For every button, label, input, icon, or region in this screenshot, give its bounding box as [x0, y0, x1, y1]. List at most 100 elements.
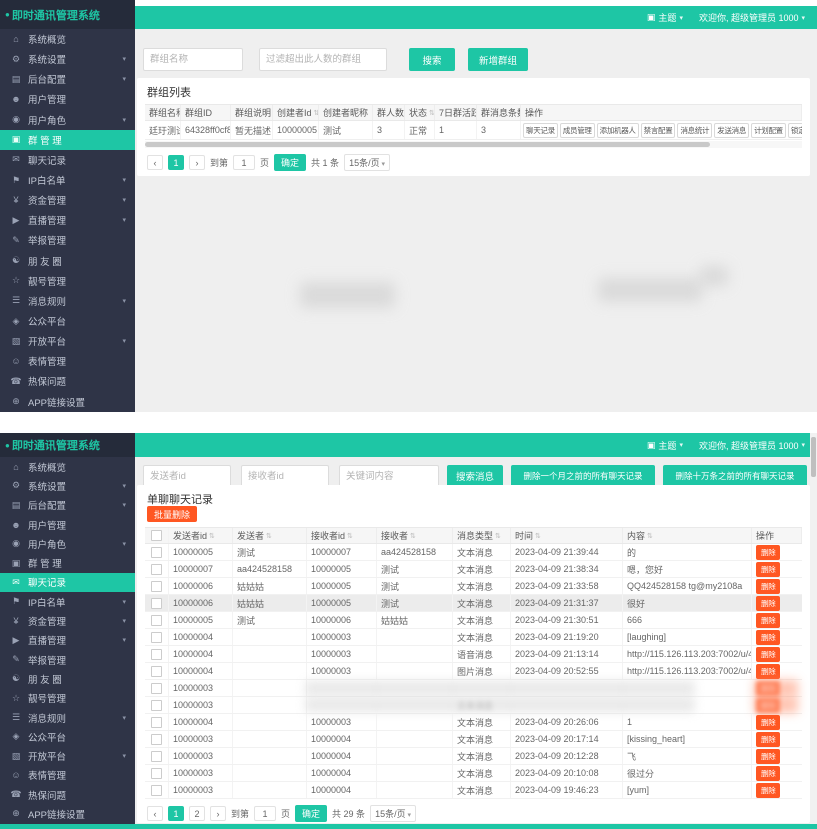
row-checkbox[interactable]	[151, 717, 162, 728]
sidebar-item-vip-number[interactable]: ☆靓号管理	[0, 271, 135, 291]
delete-button[interactable]: 删除	[756, 715, 780, 730]
user-menu[interactable]: 欢迎你, 超级管理员 1000 ▾	[699, 439, 805, 452]
column-header[interactable]: 发送者id⇅	[169, 528, 233, 543]
row-checkbox[interactable]	[151, 700, 162, 711]
confirm-page-button[interactable]: 确定	[295, 805, 327, 822]
table-row[interactable]: 1000000310000004文本消息2023-04-09 19:46:23[…	[145, 782, 802, 799]
sort-icon[interactable]: ⇅	[495, 532, 501, 540]
row-checkbox[interactable]	[151, 751, 162, 762]
sidebar-item-funds-management[interactable]: ¥资金管理▾	[0, 190, 135, 210]
table-row[interactable]: 10000005测试10000007aa424528158文本消息2023-04…	[145, 544, 802, 561]
sidebar-item-moments[interactable]: ☯朋 友 圈	[0, 251, 135, 271]
page-size-select[interactable]: 15条/页 ▾	[370, 805, 416, 822]
table-row[interactable]: 1000000310000004文本消息2023-04-09 20:12:28飞…	[145, 748, 802, 765]
sender-id-input[interactable]	[143, 465, 231, 487]
table-row[interactable]: 1000000410000003文本消息2023-04-09 21:19:20[…	[145, 629, 802, 646]
table-row[interactable]: 10000003删除	[145, 680, 802, 697]
column-header[interactable]: 群人数⇅	[373, 105, 405, 120]
sort-icon[interactable]: ⇅	[266, 532, 272, 540]
column-header[interactable]: 操作	[752, 528, 802, 543]
prev-page-button[interactable]: ‹	[147, 806, 163, 821]
sidebar-item-group-management[interactable]: ▣群 管 理	[0, 130, 135, 150]
page-size-select[interactable]: 15条/页 ▾	[344, 154, 390, 171]
sidebar-item-user-management[interactable]: ☻用户管理	[0, 89, 135, 109]
sidebar-item-chat-records[interactable]: ✉聊天记录	[0, 573, 135, 592]
row-checkbox[interactable]	[151, 683, 162, 694]
sidebar-item-report-management[interactable]: ✎举报管理	[0, 230, 135, 250]
sidebar-item-system-settings[interactable]: ⚙系统设置▾	[0, 49, 135, 69]
sidebar-item-backend-config[interactable]: ▤后台配置▾	[0, 496, 135, 515]
row-checkbox[interactable]	[151, 666, 162, 677]
delete-button[interactable]: 删除	[756, 766, 780, 781]
sidebar-item-message-rules[interactable]: ☰消息规则▾	[0, 291, 135, 311]
delete-month-old-button[interactable]: 删除一个月之前的所有聊天记录	[511, 465, 655, 487]
delete-button[interactable]: 删除	[756, 562, 780, 577]
sidebar-item-app-link-settings[interactable]: ⊕APP链接设置	[0, 804, 135, 823]
table-row[interactable]: 1000000310000004文本消息2023-04-09 20:17:14[…	[145, 731, 802, 748]
row-checkbox[interactable]	[151, 564, 162, 575]
table-row[interactable]: 廷玗测试群64328ff0cf8...暂无描述10000005测试3正常13聊天…	[145, 121, 802, 140]
column-header[interactable]: 状态⇅	[405, 105, 435, 120]
row-checkbox[interactable]	[151, 615, 162, 626]
sidebar-item-emoji-management[interactable]: ☺表情管理	[0, 766, 135, 785]
sidebar-item-emoji-management[interactable]: ☺表情管理	[0, 351, 135, 371]
delete-button[interactable]: 删除	[756, 647, 780, 662]
row-action-button[interactable]: 成员管理	[560, 123, 595, 138]
column-header[interactable]: 群组ID	[181, 105, 231, 120]
row-checkbox[interactable]	[151, 768, 162, 779]
search-messages-button[interactable]: 搜索消息	[447, 465, 503, 487]
column-header[interactable]: 消息类型⇅	[453, 528, 511, 543]
row-action-button[interactable]: 添加机器人	[597, 123, 639, 138]
sidebar-item-user-management[interactable]: ☻用户管理	[0, 515, 135, 534]
sidebar-item-support-issues[interactable]: ☎热保问题	[0, 371, 135, 391]
sort-icon[interactable]: ⇅	[647, 532, 653, 540]
column-header[interactable]: 操作	[521, 105, 802, 120]
sidebar-item-public-platform[interactable]: ◈公众平台	[0, 727, 135, 746]
row-action-button[interactable]: 计划配置	[751, 123, 786, 138]
sidebar-item-group-management[interactable]: ▣群 管 理	[0, 553, 135, 572]
page-jump-input[interactable]	[254, 806, 276, 821]
column-header[interactable]: 时间⇅	[511, 528, 623, 543]
sort-icon[interactable]: ⇅	[410, 532, 416, 540]
sidebar-item-backend-config[interactable]: ▤后台配置▾	[0, 69, 135, 89]
sidebar-item-ip-whitelist[interactable]: ⚑IP白名单▾	[0, 592, 135, 611]
select-all-checkbox[interactable]	[151, 530, 162, 541]
row-action-button[interactable]: 锁定	[788, 123, 802, 138]
delete-button[interactable]: 删除	[756, 664, 780, 679]
row-action-button[interactable]: 发送消息	[714, 123, 749, 138]
group-name-input[interactable]	[143, 48, 243, 71]
prev-page-button[interactable]: ‹	[147, 155, 163, 170]
vertical-scrollbar[interactable]	[810, 433, 817, 824]
row-checkbox[interactable]	[151, 547, 162, 558]
receiver-id-input[interactable]	[241, 465, 329, 487]
sidebar-item-system-overview[interactable]: ⌂系统概览	[0, 29, 135, 49]
sidebar-item-vip-number[interactable]: ☆靓号管理	[0, 689, 135, 708]
row-action-button[interactable]: 消息统计	[677, 123, 712, 138]
column-header[interactable]: 发送者⇅	[233, 528, 307, 543]
sidebar-item-funds-management[interactable]: ¥资金管理▾	[0, 611, 135, 630]
sidebar-item-support-issues[interactable]: ☎热保问题	[0, 785, 135, 804]
delete-button[interactable]: 删除	[756, 732, 780, 747]
scrollbar-thumb[interactable]	[811, 437, 816, 477]
delete-button[interactable]: 删除	[756, 545, 780, 560]
row-checkbox[interactable]	[151, 649, 162, 660]
delete-button[interactable]: 删除	[756, 596, 780, 611]
row-checkbox[interactable]	[151, 598, 162, 609]
delete-button[interactable]: 删除	[756, 783, 780, 798]
sidebar-item-system-settings[interactable]: ⚙系统设置▾	[0, 476, 135, 495]
row-checkbox[interactable]	[151, 734, 162, 745]
add-group-button[interactable]: 新增群组	[468, 48, 528, 71]
column-header[interactable]: 接收者⇅	[377, 528, 453, 543]
sidebar-item-ip-whitelist[interactable]: ⚑IP白名单▾	[0, 170, 135, 190]
scrollbar-thumb[interactable]	[145, 142, 710, 147]
sort-icon[interactable]: ⇅	[429, 109, 435, 117]
horizontal-scrollbar[interactable]	[145, 141, 802, 148]
sidebar-item-app-link-settings[interactable]: ⊕APP链接设置	[0, 392, 135, 412]
next-page-button[interactable]: ›	[189, 155, 205, 170]
column-header[interactable]: 内容⇅	[623, 528, 752, 543]
sidebar-item-moments[interactable]: ☯朋 友 圈	[0, 669, 135, 688]
keyword-input[interactable]	[339, 465, 439, 487]
page-number-button[interactable]: 1	[168, 155, 184, 170]
sidebar-item-user-roles[interactable]: ◉用户角色▾	[0, 534, 135, 553]
row-action-button[interactable]: 禁言配置	[641, 123, 676, 138]
